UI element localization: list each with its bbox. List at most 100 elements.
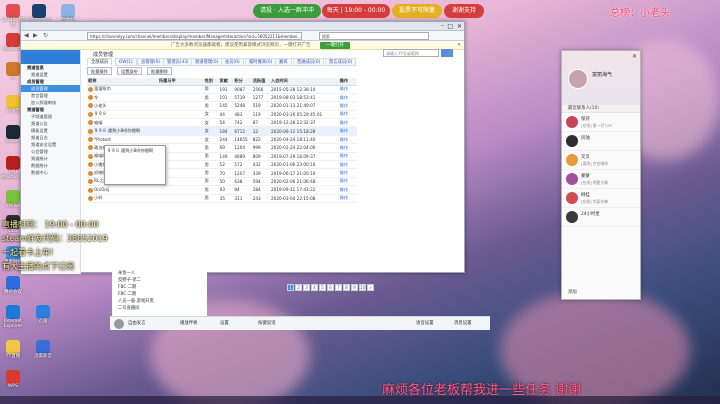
member-tab[interactable]: 管理员(43) [163,58,193,66]
toolbar-button[interactable]: 设置身份 [117,67,142,75]
row-action-link[interactable]: 操作 [338,101,357,111]
sidebar-item[interactable]: 成员管理 [21,85,80,92]
sidebar-item[interactable]: 模板设置 [21,127,80,134]
row-action-link[interactable]: 操作 [338,152,357,162]
sidebar-item[interactable]: 加入频道审核 [21,99,80,106]
desktop-icon[interactable]: 迅雷 [30,305,56,325]
sidebar-item[interactable]: 频道设置 [21,71,80,78]
row-action-link[interactable]: 操作 [338,135,357,145]
table-row[interactable]: 令 男 101 5719 1277 2019-08-03 18:53:41 操作 [87,93,357,103]
add-contact-button[interactable]: 添加 [568,289,577,295]
sidebar-item[interactable]: 子频道管理 [21,113,80,120]
contact-item[interactable]: 风蚀 [562,132,640,151]
row-action-link[interactable]: 操作 [338,185,357,195]
column-header[interactable]: 贡献 [218,78,234,86]
sidebar-item[interactable]: 频道安全设置 [21,141,80,148]
page-button[interactable]: » [367,284,374,291]
channel-tree-item[interactable]: 永恒一人 [112,270,207,277]
table-row[interactable]: ９９８ 遇到小B呗你捆啊 女 184 6712 12 2020-06-12 15:18:2… [87,126,357,136]
member-tab[interactable]: 频道管理(0) [191,58,223,66]
channel-bar-item[interactable]: 播放伴奏 [180,320,198,326]
row-action-link[interactable]: 操作 [338,194,357,203]
member-tab[interactable]: 总管理(6) [137,58,164,66]
page-button[interactable]: 2 [295,284,302,291]
row-action-link[interactable]: 操作 [338,85,357,94]
channel-tree-item[interactable]: 人员一般·游戏开黑 [112,298,207,305]
contact-item[interactable]: 叉叉 [离线] 空白咖啡 [562,151,640,170]
close-icon[interactable]: ✕ [632,53,637,60]
channel-bar-item[interactable]: 设置 [220,320,229,326]
column-header[interactable]: 入会时间 [269,78,339,86]
sidebar-item[interactable]: 数据中心 [21,169,80,176]
table-row[interactable]: 小轩 男 35 311 243 2020-03-04 22:15:08 操作 [87,194,357,203]
page-button[interactable]: 4 [311,284,318,291]
row-action-link[interactable]: 操作 [338,110,357,120]
minimize-icon[interactable]: – [441,22,444,29]
row-action-link[interactable]: 操作 [338,143,357,153]
contact-item[interactable]: 柳桂 [在线] 华夏先锋 [562,189,640,208]
sidebar-item[interactable]: 频道日志 [21,134,80,141]
page-button[interactable]: 5 [319,284,326,291]
toolbar-button[interactable]: 批量删除 [147,67,172,75]
sidebar-item[interactable]: 频道管理 [21,106,80,113]
row-action-link[interactable]: 操作 [338,160,357,170]
row-action-link[interactable]: 操作 [338,93,357,103]
row-action-link[interactable]: 操作 [338,168,357,178]
column-header[interactable]: 活跃值 [251,78,270,86]
browser-search-input[interactable]: 搜索 [319,32,429,40]
back-icon[interactable]: ◀ [24,32,29,39]
member-tab[interactable]: 临时嘉宾(0) [245,58,277,66]
column-header[interactable]: 性别 [203,78,219,86]
page-button[interactable]: 10 [359,284,366,291]
notice-close-icon[interactable]: ✕ [457,41,461,50]
desktop-icon[interactable]: YY直播 [0,340,26,360]
member-tab[interactable]: 全部成员 [87,58,113,66]
sidebar-item[interactable]: 频道信息 [21,64,80,71]
forward-icon[interactable]: ▶ [33,32,38,39]
sidebar-item[interactable]: 成员管理 [21,78,80,85]
contact-item[interactable]: 24小时星 [562,208,640,227]
page-button[interactable]: 6 [327,284,334,291]
sidebar-item[interactable]: 频道公告 [21,120,80,127]
page-button[interactable]: 9 [351,284,358,291]
page-button[interactable]: 7 [335,284,342,291]
table-row[interactable]: *Protect 女 244 14655 822 2020-04-24 18:11:40 操… [87,135,357,145]
avatar[interactable] [568,69,588,89]
table-row[interactable]: 小老头 男 145 5248 519 2020-01-13 21:49:07 操作 [87,101,357,111]
close-icon[interactable]: ✕ [457,23,462,30]
desktop-icon[interactable]: WPS [0,370,26,390]
toolbar-button[interactable]: 批量操作 [87,67,112,75]
page-button[interactable]: 1 [287,284,294,291]
channel-tree-item[interactable]: 反野子·弟二 [112,277,207,284]
row-action-link[interactable]: 操作 [338,126,357,136]
column-header[interactable]: 积分 [233,78,252,86]
recent-contacts-header[interactable]: 最近联系人(10) [562,105,640,113]
desktop-icon[interactable]: 腾讯会议 [0,276,26,296]
member-tab[interactable]: 普通成员(0) [293,58,325,66]
channel-tree-item[interactable]: FBC·二期 [112,284,207,291]
channel-bar-item[interactable]: 按键说话 [258,320,276,326]
column-header[interactable]: 昵称 [87,78,158,86]
contact-item[interactable]: 保持 [在线] 第一代TOP [562,113,640,132]
channel-bar-item[interactable]: 自由发言 [128,320,146,326]
page-button[interactable]: 8 [343,284,350,291]
sidebar-item[interactable]: 频道统计 [21,155,80,162]
member-search-button[interactable] [441,49,453,57]
channel-tree-item[interactable]: 二号直播间 [112,305,207,312]
maximize-icon[interactable]: □ [447,23,453,30]
member-search-input[interactable]: 请输入YY号或昵称 [383,49,439,57]
member-tab[interactable]: 禁言成员(0) [325,58,357,66]
refresh-icon[interactable]: ↻ [43,32,48,39]
sidebar-item[interactable]: 公会管理 [21,148,80,155]
mic-icon[interactable] [114,319,124,329]
member-tab[interactable]: 会员(0) [221,58,244,66]
notice-open-button[interactable]: 一键打开 [320,42,350,49]
table-row[interactable]: 溜溜纸巾 男 191 9087 2566 2015-05-28 12:38:10 操作 [87,85,357,94]
member-tab[interactable]: 嘉宾 [275,58,292,66]
member-tab[interactable]: OW(1) [115,58,137,66]
sidebar-item[interactable]: 禁言管理 [21,92,80,99]
sidebar-item[interactable]: 数据统计 [21,162,80,169]
column-header[interactable]: 操作 [338,78,357,86]
row-action-link[interactable]: 操作 [338,118,357,128]
channel-bar-item[interactable]: 消息设置 [454,320,472,326]
